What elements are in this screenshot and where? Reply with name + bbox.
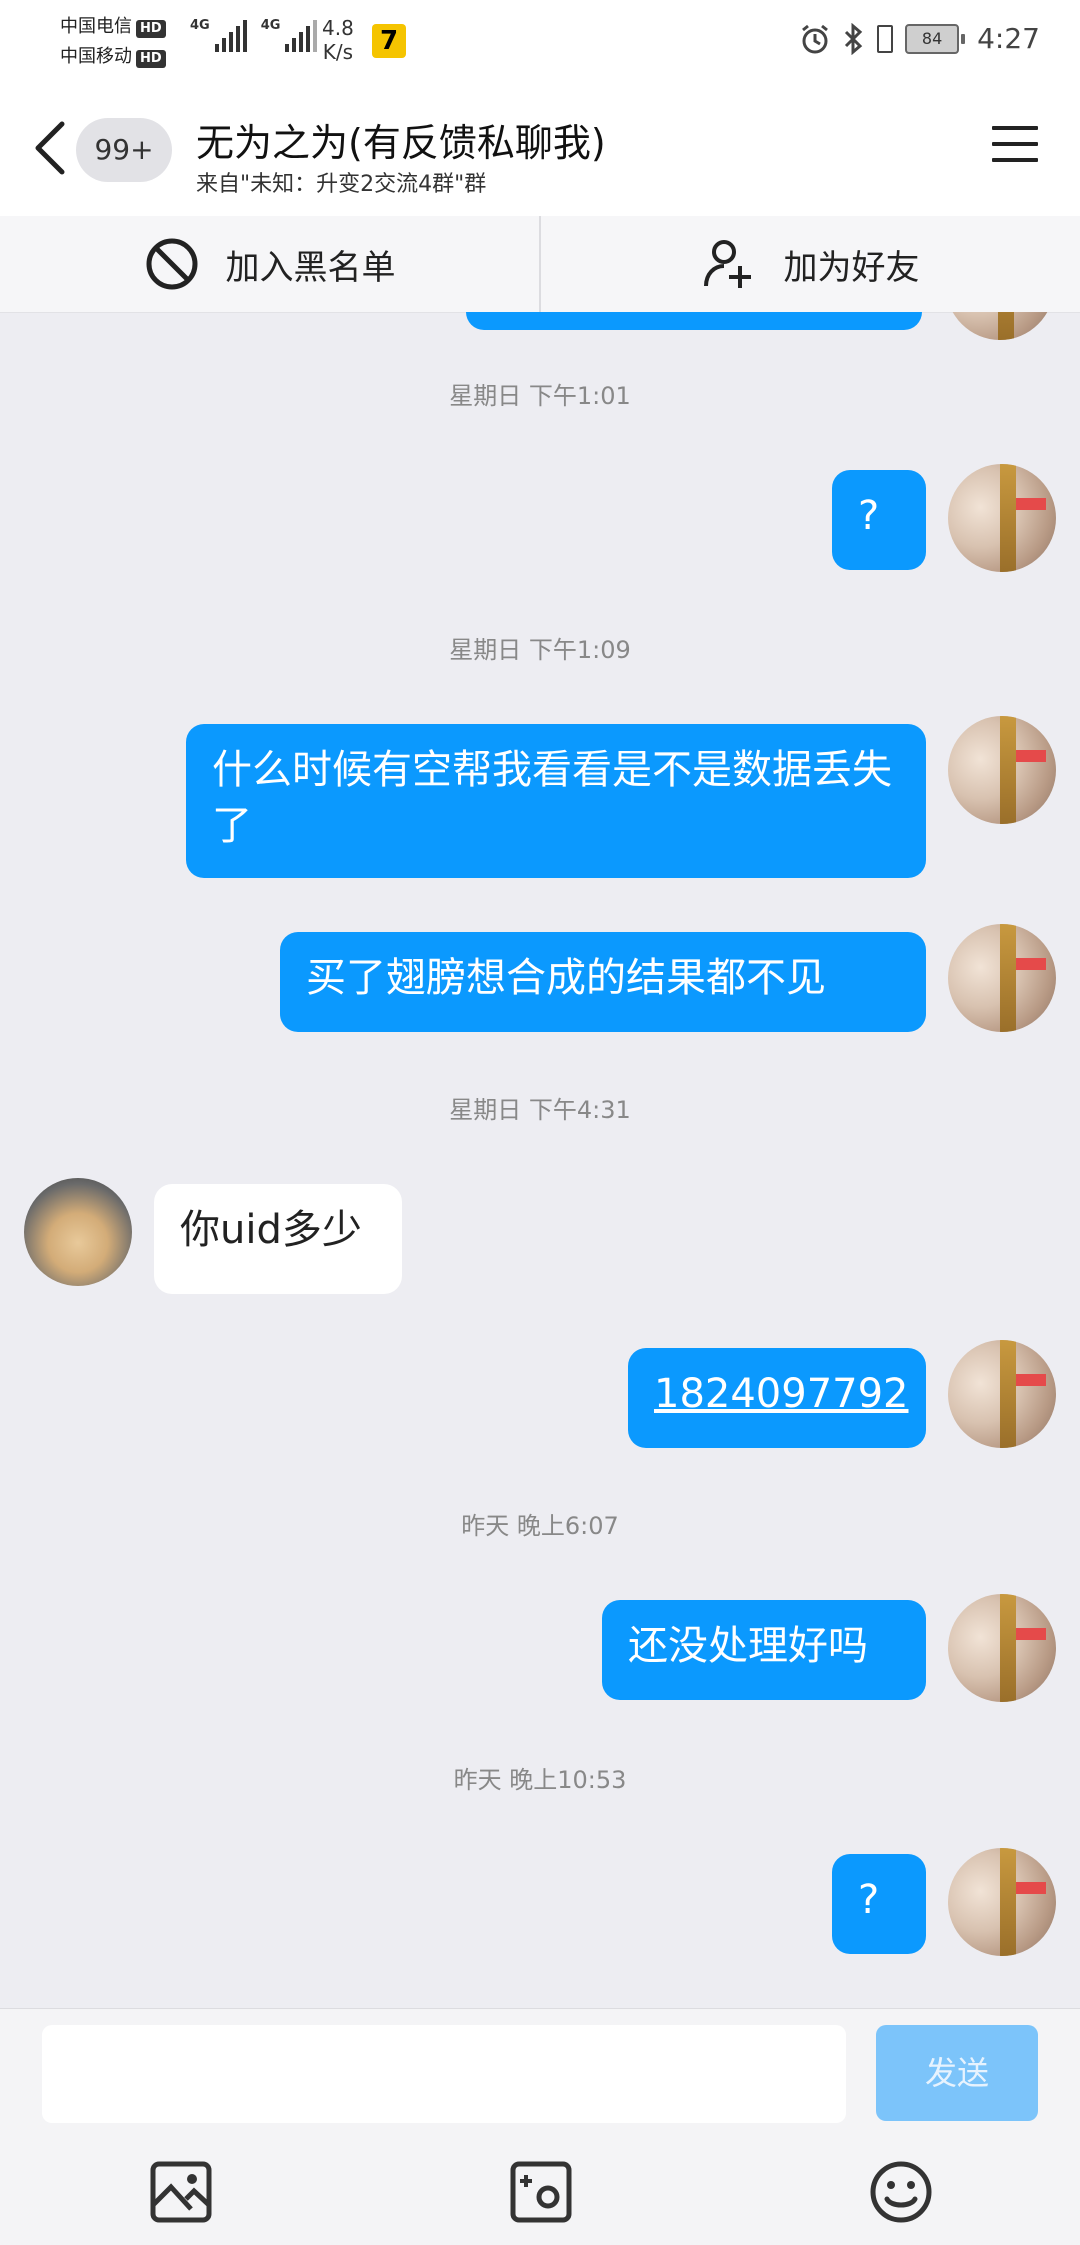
status-right: 84 4:27 (799, 22, 1040, 55)
my-avatar[interactable] (948, 464, 1056, 572)
chat-header: 99+ 无为之为(有反馈私聊我) 来自"未知：升变2交流4群"群 (0, 88, 1080, 216)
contact-avatar[interactable] (24, 1178, 132, 1286)
camera-icon[interactable] (508, 2159, 574, 2225)
bluetooth-icon (845, 22, 863, 55)
timestamp: 星期日 下午1:09 (449, 636, 631, 664)
message-bubble-partial[interactable] (466, 312, 922, 330)
my-avatar[interactable] (948, 1340, 1056, 1448)
my-avatar[interactable] (948, 1594, 1056, 1702)
signal-icon: 4G (190, 18, 247, 52)
chat-source-subtitle: 来自"未知：升变2交流4群"群 (196, 172, 487, 197)
timestamp: 星期日 下午1:01 (449, 382, 631, 410)
message-bubble[interactable]: ? (832, 1854, 926, 1954)
page-title: 无为之为(有反馈私聊我) (196, 121, 606, 165)
emoji-icon[interactable] (868, 2159, 934, 2225)
add-to-blacklist-button[interactable]: 加入黑名单 (0, 216, 539, 312)
hd-badge: HD (136, 50, 166, 68)
back-arrow-icon[interactable] (30, 118, 70, 178)
carrier-info: 中国电信 HD 中国移动 HD (60, 12, 166, 72)
image-icon[interactable] (148, 2159, 214, 2225)
timestamp: 星期日 下午4:31 (449, 1096, 631, 1124)
add-friend-label: 加为好友 (783, 247, 920, 288)
app-notification-icon: 7 (372, 24, 406, 58)
block-icon (146, 238, 197, 290)
action-bar: 加入黑名单 加为好友 (0, 216, 1080, 313)
battery-icon: 84 (905, 23, 966, 54)
toolbar (0, 2159, 1080, 2229)
my-avatar[interactable] (948, 924, 1056, 1032)
menu-icon[interactable] (992, 126, 1038, 170)
my-avatar[interactable] (948, 1848, 1056, 1956)
message-bubble[interactable]: 你uid多少 (154, 1184, 402, 1294)
vibrate-icon (877, 24, 894, 53)
message-bubble[interactable]: 还没处理好吗 (602, 1600, 926, 1700)
timestamp: 昨天 晚上6:07 (461, 1512, 619, 1540)
add-friend-button[interactable]: 加为好友 (539, 216, 1080, 312)
clock: 4:27 (977, 22, 1040, 55)
carrier-1: 中国电信 (60, 16, 132, 37)
unread-count-badge[interactable]: 99+ (76, 118, 172, 182)
blacklist-label: 加入黑名单 (225, 247, 396, 288)
message-bubble[interactable]: ? (832, 470, 926, 570)
message-list[interactable]: 星期日 下午1:01 ? 星期日 下午1:09 什么时候有空帮我看看是不是数据丢… (0, 312, 1080, 2002)
timestamp: 昨天 晚上10:53 (453, 1766, 627, 1794)
carrier-2: 中国移动 (60, 46, 132, 67)
status-bar: 中国电信 HD 中国移动 HD 4G 4G 4.8 K/s 7 84 4:27 (0, 0, 1080, 88)
my-avatar[interactable] (946, 312, 1054, 340)
hd-badge: HD (136, 20, 166, 38)
alarm-icon (802, 24, 829, 53)
my-avatar[interactable] (948, 716, 1056, 824)
signal-icon: 4G (261, 18, 318, 52)
input-bar: 发送 (0, 2008, 1080, 2245)
network-speed: 4.8 K/s (322, 16, 354, 64)
message-bubble-link[interactable]: 1824097792 (628, 1348, 926, 1448)
signal-indicators: 4G 4G (190, 18, 318, 52)
message-bubble[interactable]: 什么时候有空帮我看看是不是数据丢失了 (186, 724, 926, 878)
add-user-icon (703, 240, 751, 288)
send-button[interactable]: 发送 (876, 2025, 1038, 2121)
message-input[interactable] (42, 2025, 846, 2123)
message-bubble[interactable]: 买了翅膀想合成的结果都不见 (280, 932, 926, 1032)
